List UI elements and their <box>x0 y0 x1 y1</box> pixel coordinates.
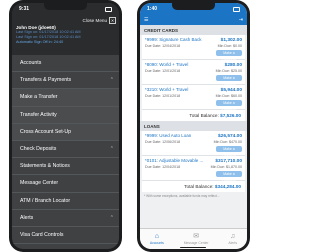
tab-bar: ⌂ Accounts ✉ Message Center ♫ Alerts <box>140 228 247 249</box>
account-balance: $5,944.00 <box>220 88 242 93</box>
menu-screen: 9:31 Close Menu ✕ John Doe (jdoe60) Last… <box>12 3 119 249</box>
menu-item-label: Statements & Notices <box>20 163 70 170</box>
due-date: Due Date: 12/04/2018 <box>145 44 181 48</box>
footnote: * With some exceptions, available funds … <box>144 194 220 198</box>
status-time: 9:31 <box>19 6 30 12</box>
menu-header: Close Menu ✕ John Doe (jdoe60) Last Sign… <box>12 15 119 55</box>
account-name: *3210: World + Travel <box>145 87 189 92</box>
status-time: 1:40 <box>147 6 158 12</box>
account-balance: $280.00 <box>224 63 242 68</box>
menu-item-label: Transfer Activity <box>20 111 57 118</box>
menu-item-label: Transfers & Payments <box>20 77 72 84</box>
auto-sign-off: Automatic Sign Off in: 24:40 <box>16 40 64 44</box>
make-payment-button[interactable]: Make a Payment <box>216 100 242 111</box>
total-value: $7,526.00 <box>220 113 241 118</box>
loan-list: *9999: Used Auto Loan $26,574.00 Due Date:… <box>140 131 247 182</box>
menu-item[interactable]: Statements & Notices <box>12 158 119 176</box>
menu-item[interactable]: Make a Transfer <box>12 89 119 107</box>
due-date: Due Date: 12/06/2018 <box>145 140 181 144</box>
tab-alerts[interactable]: ♫ Alerts <box>228 233 237 245</box>
home-indicator <box>180 246 206 248</box>
menu-item-label: Check Deposits <box>20 146 57 153</box>
chevron-icon: ⌃ <box>109 214 114 221</box>
make-payment-button[interactable]: Make a Payment <box>216 50 242 61</box>
account-balance: $1,302.00 <box>220 38 242 43</box>
total-label: Total Balance: <box>189 113 219 118</box>
min-due: Min Due: $60.00 <box>215 94 242 98</box>
account-card[interactable]: *9999: Used Auto Loan $26,574.00 Due Date:… <box>142 131 245 157</box>
account-card[interactable]: *0101: Adjustable Movable ... $317,710.00… <box>142 156 245 182</box>
account-name: *8090: World + Travel <box>145 62 189 67</box>
make-payment-button[interactable]: Make a Payment <box>216 146 242 157</box>
menu-item[interactable]: Check Deposits ⌃ <box>12 141 119 159</box>
min-due: Min Due: $25.00 <box>215 69 242 73</box>
chevron-icon: ⌃ <box>109 77 114 84</box>
due-date: Due Date: 12/01/2018 <box>145 69 181 73</box>
bell-icon: ♫ <box>230 233 236 240</box>
tab-label: Alerts <box>228 241 238 245</box>
battery-icon <box>105 6 112 12</box>
close-menu-label: Close Menu <box>82 18 107 23</box>
account-balance: $317,710.00 <box>215 159 242 164</box>
account-name: *9999: Signature Cash Back <box>145 37 202 42</box>
close-icon: ✕ <box>109 17 116 24</box>
tab-label: Message Center <box>183 241 209 245</box>
credit-cards-title: CREDIT CARDS <box>140 25 247 35</box>
chevron-icon: ⌃ <box>109 146 114 153</box>
menu-item-label: Alerts <box>20 214 34 221</box>
accounts-screen: 1:40 ☰ ⇥ CREDIT CARDS *9999: Signature C… <box>140 3 247 249</box>
menu-item[interactable]: Transfers & Payments ⌃ <box>12 72 119 90</box>
min-due: Min Due: $1,870.00 <box>210 165 242 169</box>
menu-item[interactable]: Visa Card Controls <box>12 227 119 245</box>
phone-left: 9:31 Close Menu ✕ John Doe (jdoe60) Last… <box>9 0 122 252</box>
battery-icon <box>233 6 240 12</box>
close-menu-button[interactable]: Close Menu ✕ <box>82 17 116 24</box>
menu-item-label: Visa Card Controls <box>20 231 64 238</box>
top-bar: ☰ ⇥ <box>140 15 247 25</box>
tab-accounts[interactable]: ⌂ Accounts <box>150 233 164 245</box>
phone-notch <box>172 3 215 10</box>
logout-icon[interactable]: ⇥ <box>239 17 243 23</box>
loans-title: LOANS <box>140 121 247 131</box>
menu-item[interactable]: Profile & Settings⌃ <box>12 244 119 249</box>
phone-notch <box>44 3 87 10</box>
credit-card-list: *9999: Signature Cash Back $1,302.00 Due D… <box>140 35 247 111</box>
account-balance: $26,574.00 <box>217 134 242 139</box>
envelope-icon: ✉ <box>193 233 200 240</box>
min-due: Min Due: $0.00 <box>217 44 242 48</box>
make-payment-button[interactable]: Make a Payment <box>216 75 242 86</box>
due-date: Due Date: 12/01/2018 <box>145 94 181 98</box>
menu-item-label: ATM / Branch Locator <box>20 197 71 204</box>
make-payment-button[interactable]: Make a Payment <box>216 171 242 182</box>
menu-item[interactable]: Alerts ⌃ <box>12 210 119 227</box>
tab-message-center[interactable]: ✉ Message Center <box>184 233 209 245</box>
menu-item[interactable]: Transfer Activity <box>12 106 119 124</box>
hamburger-icon[interactable]: ☰ <box>144 17 148 23</box>
home-icon: ⌂ <box>154 233 159 240</box>
phone-right: 1:40 ☰ ⇥ CREDIT CARDS *9999: Signature C… <box>137 0 250 252</box>
menu-item-label: Cross Account Set-Up <box>20 128 72 135</box>
menu-item[interactable]: Accounts <box>12 55 119 73</box>
menu-item-label: Make a Transfer <box>20 94 58 101</box>
min-due: Min Due: $470.00 <box>213 140 242 144</box>
menu-item[interactable]: Message Center <box>12 175 119 193</box>
total-value: $344,284.00 <box>214 184 241 189</box>
account-card[interactable]: *9999: Signature Cash Back $1,302.00 Due D… <box>142 35 245 61</box>
account-name: *0101: Adjustable Movable ... <box>145 158 204 163</box>
total-label: Total Balance: <box>184 184 214 189</box>
tab-label: Accounts <box>149 241 164 245</box>
account-card[interactable]: *8090: World + Travel $280.00 Due Date: 12… <box>142 60 245 86</box>
due-date: Due Date: 12/04/2018 <box>145 165 181 169</box>
menu-item[interactable]: Cross Account Set-Up <box>12 123 119 141</box>
menu-item[interactable]: ATM / Branch Locator <box>12 193 119 210</box>
account-name: *9999: Used Auto Loan <box>145 133 192 138</box>
account-card[interactable]: *3210: World + Travel $5,944.00 Due Date: … <box>142 85 245 111</box>
menu-item-label: Accounts <box>20 60 42 67</box>
menu-item-label: Message Center <box>20 180 59 187</box>
menu-list: Accounts Transfers & Payments ⌃ Make a Tran… <box>12 55 119 249</box>
